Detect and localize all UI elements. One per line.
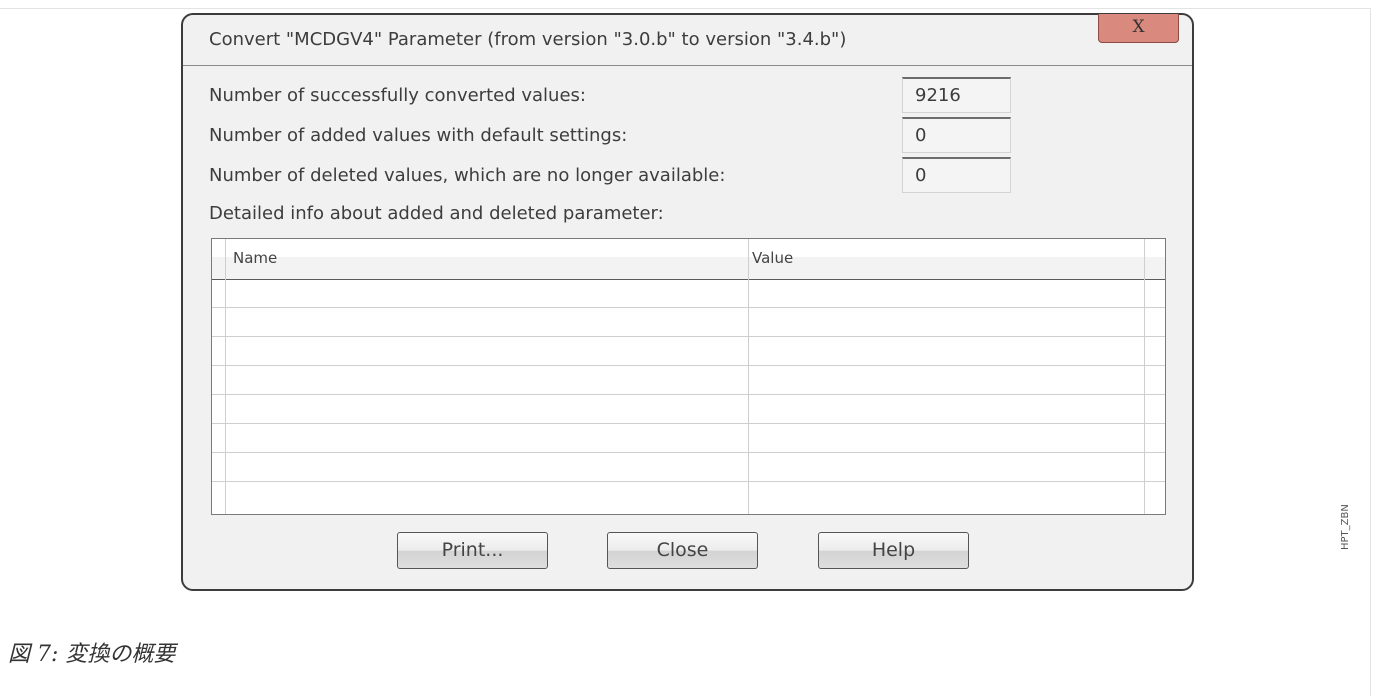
column-divider [1144, 239, 1145, 514]
figure-caption: 図 7: 変換の概要 [8, 642, 176, 667]
table-row[interactable] [212, 423, 1165, 424]
deleted-values-label: Number of deleted values, which are no l… [209, 165, 726, 186]
converted-values-field: 9216 [902, 77, 1011, 113]
dialog-title: Convert "MCDGV4" Parameter (from version… [209, 29, 847, 50]
title-bar[interactable]: Convert "MCDGV4" Parameter (from version… [183, 15, 1192, 66]
added-values-label: Number of added values with default sett… [209, 125, 628, 146]
table-header [212, 257, 1165, 279]
deleted-values-field: 0 [902, 157, 1011, 193]
column-header-name[interactable]: Name [233, 249, 277, 267]
converted-values-label: Number of successfully converted values: [209, 85, 586, 106]
header-divider [212, 279, 1165, 280]
column-header-value[interactable]: Value [752, 249, 793, 267]
table-row[interactable] [212, 307, 1165, 308]
table-row[interactable] [212, 336, 1165, 337]
print-button[interactable]: Print... [397, 532, 548, 569]
side-code-label: HPT_ZBN [1340, 504, 1351, 550]
help-button[interactable]: Help [818, 532, 969, 569]
column-divider [748, 239, 749, 514]
details-label: Detailed info about added and deleted pa… [209, 203, 664, 224]
table-row[interactable] [212, 481, 1165, 482]
table-row[interactable] [212, 452, 1165, 453]
close-icon[interactable]: X [1098, 14, 1179, 43]
convert-dialog: Convert "MCDGV4" Parameter (from version… [181, 13, 1194, 591]
table-row[interactable] [212, 394, 1165, 395]
column-divider [225, 239, 226, 514]
table-row[interactable] [212, 365, 1165, 366]
parameter-table[interactable]: Name Value [211, 238, 1166, 515]
close-button[interactable]: Close [607, 532, 758, 569]
added-values-field: 0 [902, 117, 1011, 153]
